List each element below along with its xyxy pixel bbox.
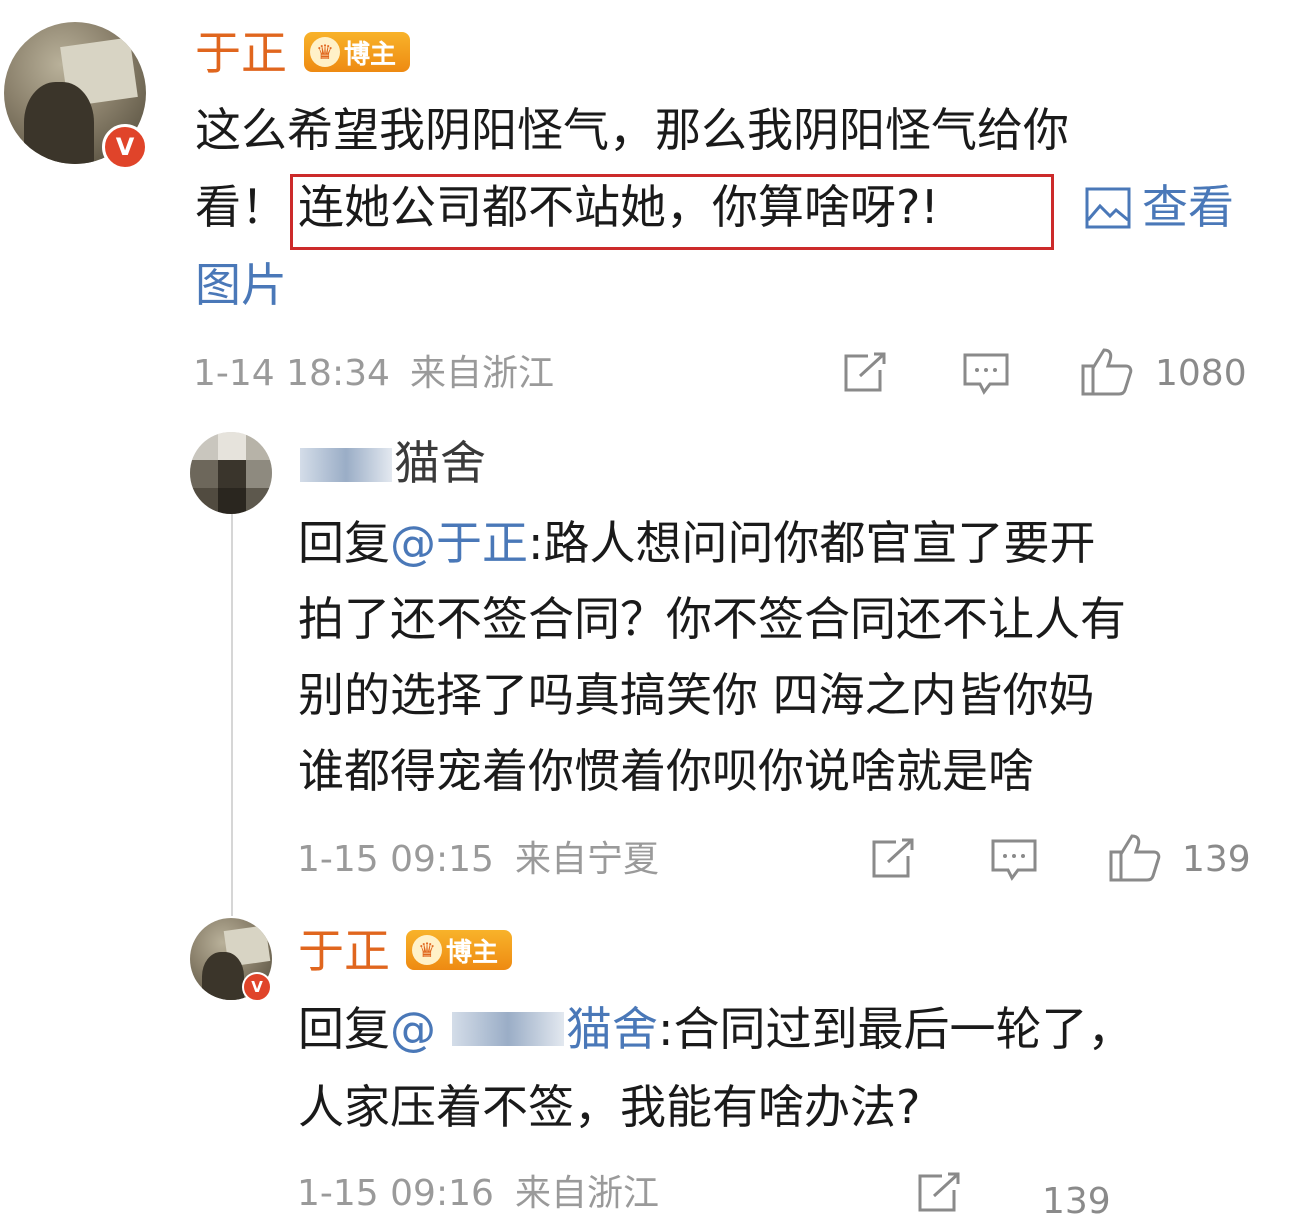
blogger-badge: ♛ 博主	[406, 930, 512, 970]
reply-text-line-2: 拍了还不签合同？你不签合同还不让人有	[298, 592, 1126, 646]
verified-badge-icon: V	[102, 124, 148, 170]
blurred-mention	[452, 1012, 564, 1046]
crown-icon: ♛	[412, 935, 442, 965]
like-count: 1080	[1155, 353, 1247, 394]
avatar[interactable]	[190, 432, 272, 514]
blurred-username	[300, 448, 392, 482]
thumbs-up-icon[interactable]	[1108, 832, 1162, 882]
reply-text-line-3: 别的选择了吗真搞笑你 四海之内皆你妈	[298, 668, 1095, 722]
share-icon[interactable]	[842, 352, 888, 394]
reply-author-name[interactable]: 于正	[298, 928, 390, 974]
reply-timestamp: 1-15 09:15	[297, 839, 494, 880]
comment-icon[interactable]	[962, 352, 1010, 396]
post-timestamp: 1-14 18:34	[193, 353, 390, 394]
reply-text-line-1: 回复@	[298, 1006, 436, 1052]
post-location: 来自浙江	[410, 353, 555, 394]
red-highlight-box	[290, 174, 1054, 250]
like-count: 139	[1182, 839, 1251, 880]
view-image-link[interactable]: 查看	[1142, 184, 1234, 230]
verified-badge-icon: V	[242, 972, 272, 1002]
reply-prefix: 回复	[298, 1002, 390, 1056]
reply-text-line-2: 人家压着不签，我能有啥办法?	[298, 1080, 921, 1134]
reply-text: :路人想问问你都官宣了要开	[528, 516, 1096, 570]
thumbs-up-icon[interactable]	[1080, 346, 1134, 396]
reply-timestamp: 1-15 09:16	[297, 1173, 494, 1214]
reply-text-line-4: 谁都得宠着你惯着你呗你说啥就是啥	[298, 744, 1034, 798]
comment-icon[interactable]	[990, 838, 1038, 882]
reply-prefix: 回复	[298, 516, 390, 570]
author-name[interactable]: 于正	[195, 30, 287, 76]
mention-link[interactable]: @	[390, 1002, 436, 1056]
reply-text-line-1-cont: 猫舍:合同过到最后一轮了，	[566, 1006, 1134, 1052]
view-image-link-cont[interactable]: 图片	[195, 262, 287, 308]
reply-location: 来自浙江	[515, 1173, 660, 1214]
thread-line	[231, 508, 233, 916]
mention-link[interactable]: @于正	[390, 516, 528, 570]
crown-icon: ♛	[310, 37, 340, 67]
reply-location: 来自宁夏	[515, 839, 660, 880]
blogger-badge: ♛ 博主	[304, 32, 410, 72]
image-icon[interactable]	[1084, 186, 1132, 230]
like-count: 139	[1042, 1181, 1111, 1222]
reply-author-name[interactable]: 猫舍	[394, 440, 486, 486]
reply-text: :合同过到最后一轮了，	[658, 1002, 1134, 1056]
reply-text-line-1: 回复@于正:路人想问问你都官宣了要开	[298, 520, 1096, 566]
share-icon[interactable]	[916, 1172, 962, 1214]
post-text-line-2-prefix: 看！	[195, 180, 287, 234]
mention-link[interactable]: 猫舍	[566, 1002, 658, 1056]
post-text-line-1: 这么希望我阴阳怪气，那么我阴阳怪气给你	[195, 103, 1069, 157]
share-icon[interactable]	[870, 838, 916, 880]
